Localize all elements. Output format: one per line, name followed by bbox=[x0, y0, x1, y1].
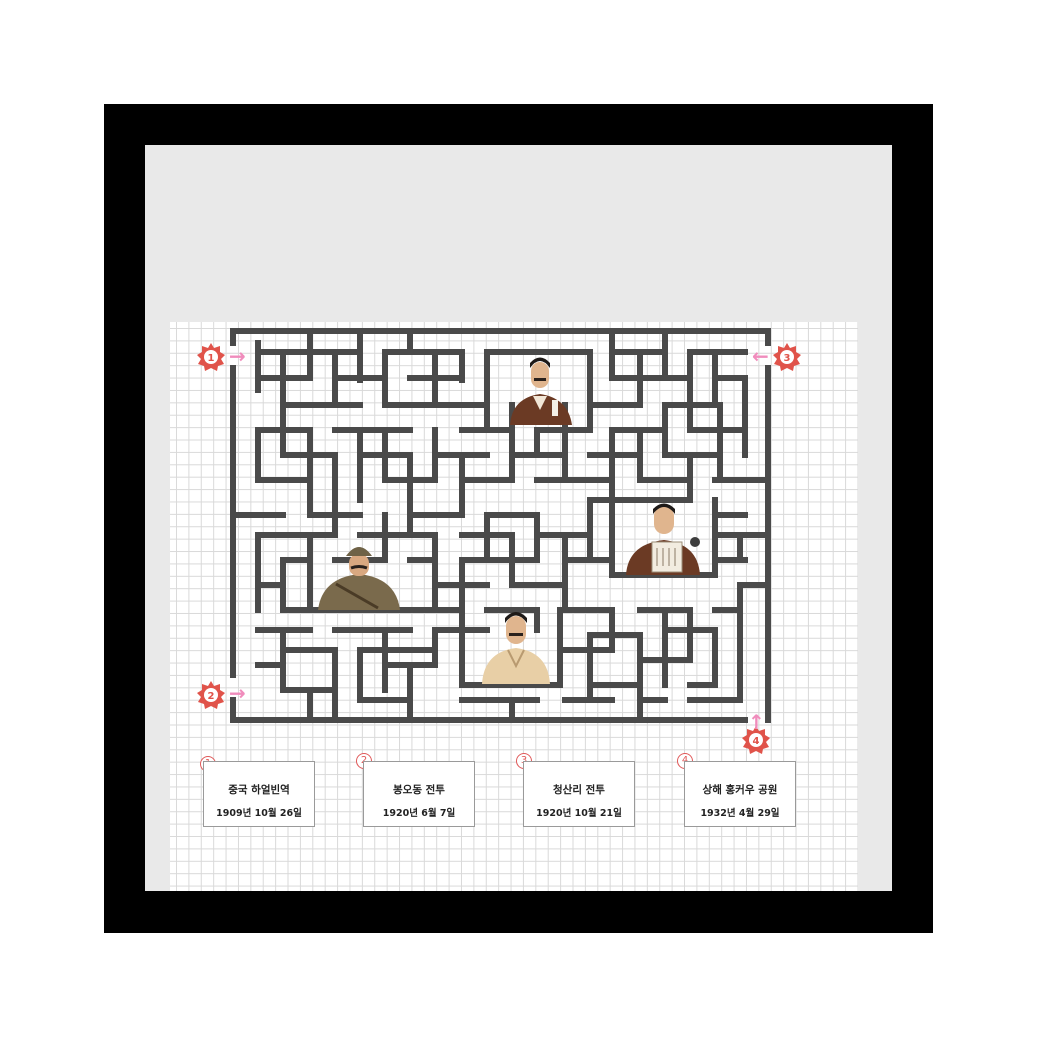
start-badge-1: 1 bbox=[197, 343, 225, 371]
start-badge-2: 2 bbox=[197, 681, 225, 709]
start-arrow-3: ← bbox=[752, 344, 769, 368]
answer-card-2: 봉오동 전투 1920년 6월 7일 bbox=[363, 761, 475, 827]
card-place: 청산리 전투 bbox=[553, 784, 605, 796]
card-date: 1920년 6월 7일 bbox=[382, 808, 456, 819]
answer-card-3: 청산리 전투 1920년 10월 21일 bbox=[523, 761, 635, 827]
answer-card-1: 중국 하얼빈역 1909년 10월 26일 bbox=[203, 761, 315, 827]
svg-text:2: 2 bbox=[208, 691, 215, 702]
start-arrow-1: → bbox=[229, 344, 246, 368]
svg-text:1: 1 bbox=[208, 353, 215, 364]
start-badge-3: 3 bbox=[773, 343, 801, 371]
portrait-man-brown-suit-top bbox=[500, 350, 580, 425]
portrait-soldier-green-uniform bbox=[316, 538, 402, 610]
card-date: 1909년 10월 26일 bbox=[216, 808, 302, 819]
portrait-man-hanbok bbox=[480, 610, 552, 684]
answer-card-4: 상해 홍커우 공원 1932년 4월 29일 bbox=[684, 761, 796, 827]
card-place: 봉오동 전투 bbox=[393, 784, 445, 796]
start-arrow-2: → bbox=[229, 681, 246, 705]
svg-text:4: 4 bbox=[753, 736, 760, 747]
card-place: 중국 하얼빈역 bbox=[228, 784, 290, 796]
start-arrow-4: ↑ bbox=[748, 710, 765, 734]
svg-text:3: 3 bbox=[784, 353, 791, 364]
portrait-man-holding-document bbox=[622, 500, 708, 575]
card-date: 1920년 10월 21일 bbox=[536, 808, 622, 819]
maze bbox=[230, 328, 771, 723]
card-place: 상해 홍커우 공원 bbox=[702, 784, 778, 796]
card-date: 1932년 4월 29일 bbox=[700, 808, 780, 819]
